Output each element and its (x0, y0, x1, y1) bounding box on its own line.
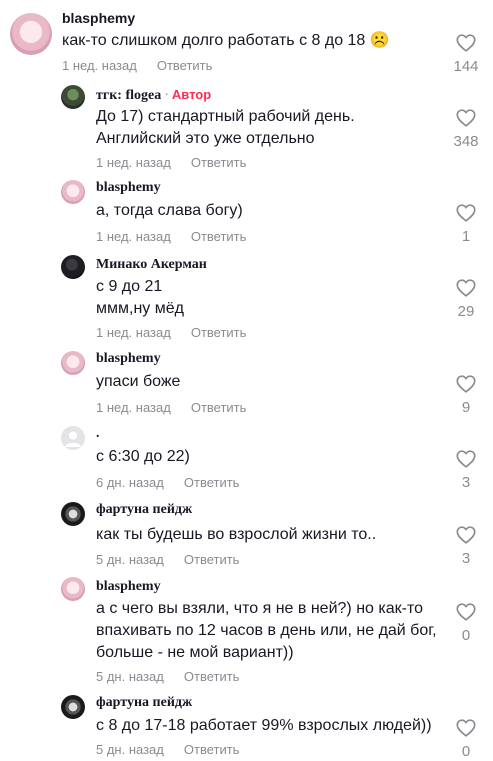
heart-icon (455, 601, 477, 623)
comment-username[interactable]: blasphemy (62, 10, 135, 26)
heart-icon (455, 32, 477, 54)
comment-text: До 17) стандартный рабочий день. Английс… (96, 108, 355, 147)
reply-button[interactable]: Ответить (191, 325, 247, 340)
avatar[interactable] (61, 255, 85, 279)
reply-button[interactable]: Ответить (157, 58, 213, 73)
avatar[interactable] (61, 695, 85, 719)
avatar[interactable] (61, 351, 85, 375)
reply-item: Минако Акерман с 9 до 21 ммм,ну мёд 1 не… (0, 255, 493, 343)
comment-time: 1 нед. назад (96, 155, 171, 170)
reply-item: тгк: flogea · Автор До 17) стандартный раб… (0, 85, 493, 173)
reply-button[interactable]: Ответить (191, 400, 247, 415)
heart-icon (455, 524, 477, 546)
comment-meta: 1 нед. назад Ответить (96, 325, 246, 340)
like-button[interactable]: 29 (446, 277, 486, 320)
heart-icon (455, 717, 477, 739)
comment-meta: 5 дн. назад Ответить (96, 669, 239, 684)
comment-time: 1 нед. назад (96, 229, 171, 244)
reply-button[interactable]: Ответить (184, 552, 240, 567)
like-button[interactable]: 144 (446, 32, 486, 75)
avatar[interactable] (61, 426, 85, 450)
avatar[interactable] (10, 13, 52, 55)
heart-icon (455, 107, 477, 129)
comment-time: 1 нед. назад (62, 58, 137, 73)
username-text[interactable]: тгк: flogea (96, 88, 161, 103)
comment-meta: 1 нед. назад Ответить (96, 229, 246, 244)
comment-meta: 5 дн. назад Ответить (96, 742, 239, 757)
like-count: 0 (461, 627, 471, 644)
comment-text: а, тогда слава богу) (96, 202, 243, 219)
comment-text: упаси боже (96, 373, 181, 390)
like-count: 9 (461, 399, 471, 416)
like-count: 3 (461, 550, 471, 567)
comment-text: как ты будешь во взрослой жизни то.. (96, 526, 377, 543)
like-count: 144 (453, 58, 479, 75)
comment-time: 1 нед. назад (96, 325, 171, 340)
comment-text: с 6:30 до 22) (96, 448, 190, 465)
avatar[interactable] (61, 180, 85, 204)
reply-item: blasphemy а с чего вы взяли, что я не в … (0, 577, 493, 687)
author-badge: Автор (171, 87, 212, 102)
like-count: 0 (461, 743, 471, 760)
comment-username[interactable]: blasphemy (96, 180, 161, 196)
comment-item: blasphemy как-то слишком долго работать … (0, 10, 493, 82)
like-count: 348 (453, 133, 479, 150)
like-button[interactable]: 0 (446, 717, 486, 760)
separator-dot: · (164, 88, 169, 103)
comment-username[interactable]: . (96, 426, 100, 442)
like-button[interactable]: 0 (446, 601, 486, 644)
reply-item: . с 6:30 до 22) 6 дн. назад Ответить 3 (0, 426, 493, 494)
reply-button[interactable]: Ответить (191, 229, 247, 244)
avatar[interactable] (61, 85, 85, 109)
comment-meta: 1 нед. назад Ответить (96, 155, 246, 170)
comment-meta: 1 нед. назад Ответить (96, 400, 246, 415)
like-count: 29 (457, 303, 475, 320)
reply-item: фартуна пейдж как ты будешь во взрослой … (0, 502, 493, 570)
comment-username[interactable]: фартуна пейдж (96, 502, 192, 518)
reply-button[interactable]: Ответить (184, 742, 240, 757)
comment-username[interactable]: тгк: flogea · Автор (96, 87, 211, 104)
comment-meta: 1 нед. назад Ответить (62, 58, 212, 73)
comment-meta: 5 дн. назад Ответить (96, 552, 239, 567)
reply-item: фартуна пейдж с 8 до 17-18 работает 99% … (0, 695, 493, 761)
like-button[interactable]: 3 (446, 448, 486, 491)
comment-username[interactable]: blasphemy (96, 351, 161, 367)
comment-username[interactable]: blasphemy (96, 579, 161, 595)
reply-button[interactable]: Ответить (184, 669, 240, 684)
comment-time: 5 дн. назад (96, 552, 164, 567)
heart-icon (455, 373, 477, 395)
default-avatar-icon (65, 431, 81, 447)
comment-time: 5 дн. назад (96, 669, 164, 684)
comment-text: как-то слишком долго работать с 8 до 18 … (62, 32, 390, 49)
comment-text: с 9 до 21 ммм,ну мёд (96, 278, 184, 317)
comment-text: а с чего вы взяли, что я не в ней?) но к… (96, 600, 437, 661)
like-button[interactable]: 9 (446, 373, 486, 416)
comment-time: 1 нед. назад (96, 400, 171, 415)
heart-icon (455, 448, 477, 470)
comment-time: 5 дн. назад (96, 742, 164, 757)
avatar[interactable] (61, 502, 85, 526)
reply-button[interactable]: Ответить (191, 155, 247, 170)
like-count: 3 (461, 474, 471, 491)
avatar[interactable] (61, 577, 85, 601)
heart-icon (455, 277, 477, 299)
comment-text: с 8 до 17-18 работает 99% взрослых людей… (96, 717, 432, 734)
reply-button[interactable]: Ответить (184, 475, 240, 490)
comment-time: 6 дн. назад (96, 475, 164, 490)
heart-icon (455, 202, 477, 224)
comment-username[interactable]: фартуна пейдж (96, 695, 192, 711)
like-button[interactable]: 1 (446, 202, 486, 245)
reply-item: blasphemy а, тогда слава богу) 1 нед. на… (0, 180, 493, 248)
like-count: 1 (461, 228, 471, 245)
reply-item: blasphemy упаси боже 1 нед. назад Ответит… (0, 351, 493, 419)
like-button[interactable]: 348 (446, 107, 486, 150)
comment-meta: 6 дн. назад Ответить (96, 475, 239, 490)
comment-username[interactable]: Минако Акерман (96, 257, 207, 273)
like-button[interactable]: 3 (446, 524, 486, 567)
